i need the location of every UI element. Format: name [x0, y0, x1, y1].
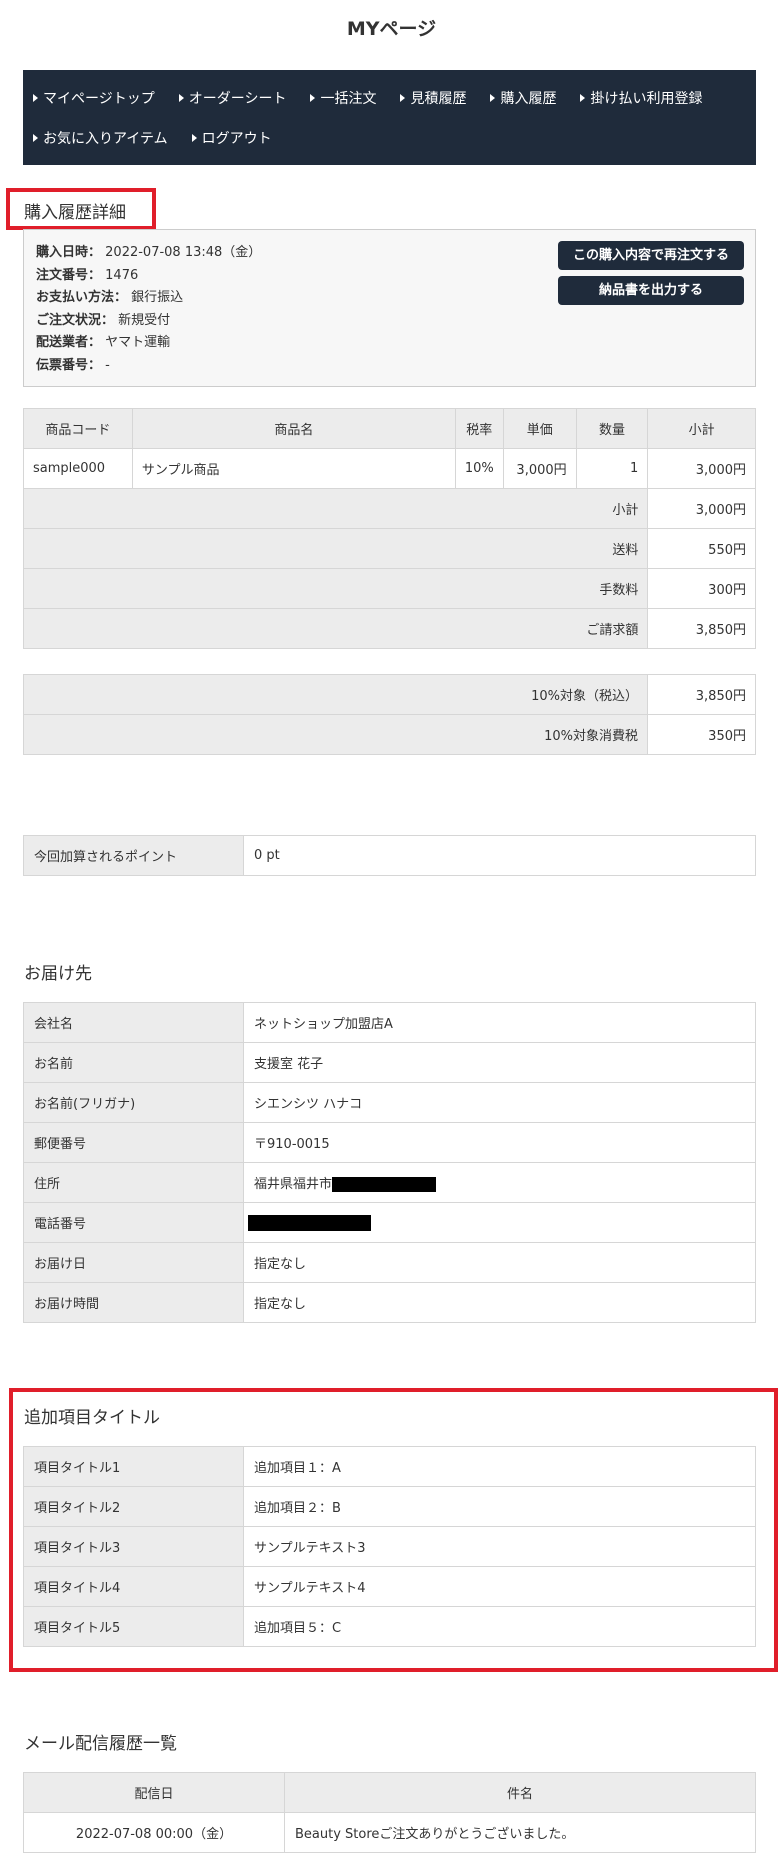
- nav-mypage-top[interactable]: マイページトップ: [33, 88, 155, 108]
- col-send-date: 配信日: [23, 1772, 285, 1813]
- address-value: 福井県福井市: [254, 1177, 333, 1192]
- table-row: 10%対象消費税 350円: [23, 714, 756, 755]
- nav-quote-history[interactable]: 見積履歴: [400, 88, 466, 108]
- slip-number: 伝票番号： -: [36, 357, 110, 373]
- table-row: お届け日 指定なし: [23, 1242, 756, 1283]
- totals-row-shipping: 送料 550円: [22, 528, 756, 569]
- nav-bulk-order[interactable]: 一括注文: [310, 88, 376, 108]
- totals-row-fee: 手数料 300円: [22, 568, 756, 609]
- mail-history-table: 配信日 件名 2022-07-08 00:00（金） Beauty Storeご…: [23, 1772, 756, 1853]
- col-quantity: 数量: [575, 408, 649, 449]
- caret-right-icon: [400, 94, 406, 102]
- totals-row-billing: ご請求額 3,850円: [22, 608, 756, 649]
- table-row: 会社名 ネットショップ加盟店A: [23, 1002, 756, 1043]
- nav-logout[interactable]: ログアウト: [191, 128, 272, 148]
- reorder-button[interactable]: この購入内容で再注文する: [558, 241, 744, 270]
- nav-favorites[interactable]: お気に入りアイテム: [33, 128, 168, 148]
- order-items-table: 商品コード 商品名 税率 単価 数量 小計 sample000 サンプル商品 1…: [22, 408, 756, 649]
- caret-right-icon: [191, 134, 197, 142]
- unit-price: 3,000円: [502, 448, 577, 489]
- tax-rate: 10%: [454, 448, 504, 489]
- delivery-table: 会社名 ネットショップ加盟店A お名前 支援室 花子 お名前(フリガナ) シエンシツ …: [23, 1002, 756, 1323]
- product-code: sample000: [23, 448, 133, 489]
- nav-row-1: マイページトップ オーダーシート 一括注文 見積履歴 購入履歴 掛け払い利用登録: [33, 78, 746, 118]
- table-row: 項目タイトル1 追加項目１：A: [23, 1446, 756, 1487]
- line-subtotal: 3,000円: [647, 448, 756, 489]
- table-row: sample000 サンプル商品 10% 3,000円 1 3,000円: [23, 448, 756, 489]
- col-product-code: 商品コード: [23, 408, 133, 449]
- caret-right-icon: [33, 134, 38, 142]
- mypage-nav: マイページトップ オーダーシート 一括注文 見積履歴 購入履歴 掛け払い利用登録…: [23, 70, 756, 165]
- caret-right-icon: [33, 94, 38, 102]
- output-invoice-button[interactable]: 納品書を出力する: [558, 276, 744, 305]
- quantity: 1: [575, 448, 649, 489]
- table-row: 項目タイトル2 追加項目２：B: [23, 1486, 756, 1527]
- table-row: 今回加算されるポイント 0 pt: [23, 835, 756, 876]
- order-info-box: 購入日時： 2022-07-08 13:48（金） 注文番号： 1476 お支払…: [23, 229, 756, 387]
- delivery-carrier: 配送業者： ヤマト運輸: [36, 335, 171, 350]
- table-row: 項目タイトル5 追加項目５：C: [23, 1606, 756, 1647]
- col-tax-rate: 税率: [454, 408, 504, 449]
- col-unit-price: 単価: [502, 408, 577, 449]
- page-title: MYページ: [346, 18, 437, 40]
- table-row: 郵便番号 〒910-0015: [23, 1122, 756, 1163]
- caret-right-icon: [490, 94, 496, 102]
- table-row: お名前(フリガナ) シエンシツ ハナコ: [23, 1082, 756, 1123]
- table-row: 10%対象（税込） 3,850円: [23, 674, 756, 715]
- table-row: お届け時間 指定なし: [23, 1282, 756, 1323]
- nav-row-2: お気に入りアイテム ログアウト: [33, 118, 746, 158]
- redacted-block: [332, 1177, 437, 1192]
- nav-order-sheet[interactable]: オーダーシート: [178, 88, 286, 108]
- table-header-row: 配信日 件名: [23, 1772, 756, 1813]
- redacted-block: [248, 1214, 371, 1231]
- caret-right-icon: [178, 94, 184, 102]
- nav-purchase-history[interactable]: 購入履歴: [490, 88, 556, 108]
- delivery-heading: お届け先: [24, 964, 92, 984]
- table-row: 電話番号: [23, 1202, 756, 1243]
- col-subtotal: 小計: [647, 408, 756, 449]
- extra-items-heading: 追加項目タイトル: [24, 1408, 160, 1428]
- caret-right-icon: [310, 94, 316, 102]
- send-date: 2022-07-08 00:00（金）: [23, 1812, 285, 1853]
- nav-deferred-payment[interactable]: 掛け払い利用登録: [580, 88, 702, 108]
- caret-right-icon: [580, 94, 586, 102]
- extra-items-table: 項目タイトル1 追加項目１：A 項目タイトル2 追加項目２：B 項目タイトル3 サンプ…: [23, 1446, 756, 1647]
- points-table: 今回加算されるポイント 0 pt: [23, 835, 756, 876]
- mail-subject: Beauty Storeご注文ありがとうございました。: [284, 1812, 756, 1853]
- table-header-row: 商品コード 商品名 税率 単価 数量 小計: [23, 408, 756, 449]
- table-row: 2022-07-08 00:00（金） Beauty Storeご注文ありがとう…: [23, 1812, 756, 1853]
- mail-history-heading: メール配信履歴一覧: [24, 1734, 177, 1754]
- table-row: お名前 支援室 花子: [23, 1042, 756, 1083]
- product-name: サンプル商品: [131, 448, 456, 489]
- table-row: 項目タイトル4 サンプルテキスト4: [23, 1566, 756, 1607]
- purchase-detail-heading: 購入履歴詳細: [24, 203, 126, 223]
- tax-summary-table: 10%対象（税込） 3,850円 10%対象消費税 350円: [23, 674, 756, 755]
- table-row: 住所 福井県福井市: [23, 1162, 756, 1203]
- col-product-name: 商品名: [131, 408, 456, 449]
- table-row: 項目タイトル3 サンプルテキスト3: [23, 1526, 756, 1567]
- totals-row-subtotal: 小計 3,000円: [22, 488, 756, 529]
- col-subject: 件名: [284, 1772, 756, 1813]
- order-status: ご注文状況： 新規受付: [36, 312, 171, 328]
